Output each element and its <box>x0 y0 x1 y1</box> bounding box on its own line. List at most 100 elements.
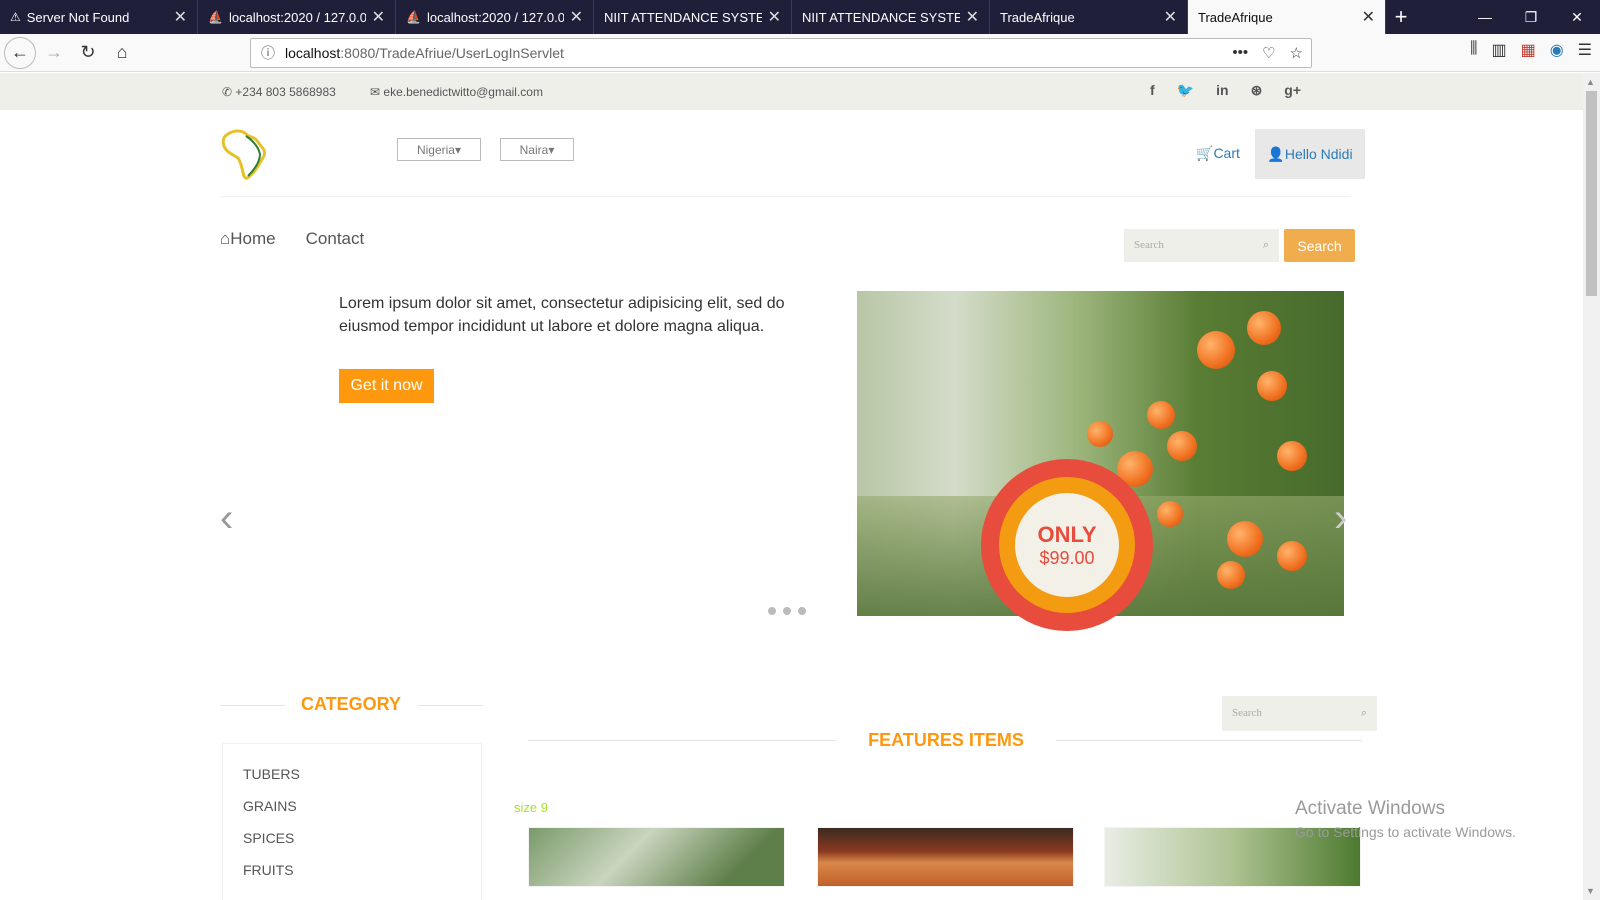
orange-fruit <box>1247 311 1281 345</box>
search-button[interactable]: Search <box>1284 229 1355 262</box>
category-item-spices[interactable]: SPICES <box>243 830 294 846</box>
carousel-dot[interactable] <box>798 607 806 615</box>
get-it-now-button[interactable]: Get it now <box>339 369 434 403</box>
search-placeholder: Search <box>1232 707 1262 719</box>
user-greeting: Hello Ndidi <box>1284 146 1353 162</box>
page-actions-icon[interactable]: ••• <box>1232 44 1248 62</box>
contact-bar: ✆ +234 803 5868983 ✉ eke.benedictwitto@g… <box>0 73 1583 110</box>
currency-value: Naira <box>519 142 549 157</box>
search-icon: ⌕ <box>1262 238 1269 251</box>
watermark-line1: Activate Windows <box>1295 798 1445 819</box>
dribbble-icon[interactable]: ⊛ <box>1251 82 1263 99</box>
tab-title: TradeAfrique <box>1000 9 1075 25</box>
close-icon[interactable]: ✕ <box>768 7 781 27</box>
address-bar[interactable]: ⓘ localhost:8080/TradeAfriue/UserLogInSe… <box>250 38 1312 68</box>
page-scrollbar[interactable]: ▲ ▼ <box>1583 73 1600 900</box>
twitter-icon[interactable]: 🐦 <box>1177 82 1194 99</box>
close-icon[interactable]: ✕ <box>570 7 583 27</box>
new-tab-button[interactable]: + <box>1386 0 1416 34</box>
windows-activation-watermark: Activate Windows Go to Settings to activ… <box>1295 798 1516 840</box>
close-icon[interactable]: ✕ <box>966 7 979 27</box>
main-menu: ⌂ Home Contact <box>220 229 364 249</box>
home-icon[interactable]: ⌂ <box>106 37 138 69</box>
search-input[interactable]: Search ⌕ <box>1124 229 1279 262</box>
menu-icon[interactable]: ☰ <box>1578 40 1592 60</box>
info-icon[interactable]: ⓘ <box>261 43 275 63</box>
caret-down-icon: ▾ <box>548 142 555 157</box>
linkedin-icon[interactable]: in <box>1216 82 1228 99</box>
tab-title: Server Not Found <box>26 9 130 25</box>
extension-icon[interactable]: ▦ <box>1521 40 1536 60</box>
menu-home-label: Home <box>230 229 276 248</box>
category-item-grains[interactable]: GRAINS <box>243 798 297 814</box>
restore-icon[interactable]: ❐ <box>1508 0 1554 34</box>
facebook-icon[interactable]: f <box>1150 82 1155 99</box>
category-line-right <box>418 705 483 706</box>
orange-fruit <box>1277 441 1307 471</box>
phone-icon: ✆ <box>222 85 236 99</box>
product-card[interactable] <box>817 827 1074 887</box>
carousel-dot[interactable] <box>783 607 791 615</box>
tab-phpmyadmin-1[interactable]: ⛵ localhost:2020 / 127.0.0.1 / ✕ <box>198 0 396 34</box>
caret-down-icon: ▾ <box>454 142 462 157</box>
price-badge-label: ONLY <box>1037 521 1097 547</box>
sidebar-icon[interactable]: ▥ <box>1491 40 1506 60</box>
product-card[interactable] <box>528 827 785 887</box>
tab-server-not-found[interactable]: ⚠ Server Not Found ✕ <box>0 0 198 34</box>
pocket-icon[interactable]: ♡ <box>1262 44 1275 62</box>
tab-phpmyadmin-2[interactable]: ⛵ localhost:2020 / 127.0.0.1 / ✕ <box>396 0 594 34</box>
reload-icon[interactable]: ↻ <box>72 37 104 69</box>
cart-icon: 🛒 <box>1196 145 1214 161</box>
back-icon[interactable]: ← <box>4 36 36 69</box>
features-search-input[interactable]: Search ⌕ <box>1222 696 1377 731</box>
bookmark-star-icon[interactable]: ☆ <box>1290 44 1303 62</box>
close-icon[interactable]: ✕ <box>1164 7 1177 27</box>
scroll-down-icon[interactable]: ▼ <box>1586 886 1595 896</box>
close-icon[interactable]: ✕ <box>1362 7 1375 27</box>
scrollbar-thumb[interactable] <box>1586 91 1597 296</box>
close-icon[interactable]: ✕ <box>372 7 385 27</box>
tab-niit-1[interactable]: NIIT ATTENDANCE SYSTEM ✕ <box>594 0 792 34</box>
orange-fruit <box>1217 561 1245 589</box>
tab-title: NIIT ATTENDANCE SYSTEM <box>604 9 762 25</box>
forward-icon[interactable]: → <box>38 37 70 69</box>
category-item-fruits[interactable]: FRUITS <box>243 862 294 878</box>
user-account-link[interactable]: 👤 Hello Ndidi <box>1255 129 1365 179</box>
close-window-icon[interactable]: ✕ <box>1554 0 1600 34</box>
carousel-dot[interactable] <box>768 607 776 615</box>
scroll-up-icon[interactable]: ▲ <box>1586 77 1595 87</box>
envelope-icon: ✉ <box>370 85 384 99</box>
carousel-prev-icon[interactable]: ‹ <box>220 496 233 541</box>
header-divider <box>220 196 1350 197</box>
tab-bar: ⚠ Server Not Found ✕ ⛵ localhost:2020 / … <box>0 0 1600 34</box>
account-icon[interactable]: ◉ <box>1550 40 1564 60</box>
email-info: ✉ eke.benedictwitto@gmail.com <box>370 85 543 99</box>
carousel-next-icon[interactable]: › <box>1334 496 1347 541</box>
cart-link[interactable]: 🛒Cart <box>1196 145 1240 162</box>
tab-title: NIIT ATTENDANCE SYSTEM <box>802 9 960 25</box>
category-item-tubers[interactable]: TUBERS <box>243 766 300 782</box>
orange-fruit <box>1167 431 1197 461</box>
close-icon[interactable]: ✕ <box>174 7 187 27</box>
price-badge-ring: ONLY $99.00 <box>999 477 1135 613</box>
google-plus-icon[interactable]: g+ <box>1284 82 1301 99</box>
tab-tradeafrique-1[interactable]: TradeAfrique ✕ <box>990 0 1188 34</box>
library-icon[interactable]: ⫼ <box>1470 40 1477 60</box>
minimize-icon[interactable]: — <box>1462 0 1508 34</box>
tab-title: TradeAfrique <box>1198 9 1273 25</box>
phpmyadmin-icon: ⛵ <box>406 10 421 24</box>
url-host: localhost <box>285 45 341 61</box>
tab-tradeafrique-active[interactable]: TradeAfrique ✕ <box>1188 0 1386 34</box>
social-links: f 🐦 in ⊛ g+ <box>1150 82 1301 99</box>
menu-contact[interactable]: Contact <box>306 229 365 249</box>
carousel-indicators <box>768 607 806 615</box>
email-address: eke.benedictwitto@gmail.com <box>383 85 543 99</box>
country-dropdown[interactable]: Nigeria ▾ <box>397 138 481 161</box>
menu-home[interactable]: ⌂ Home <box>220 229 276 249</box>
orange-fruit <box>1197 331 1235 369</box>
warning-icon: ⚠ <box>10 10 21 24</box>
tab-niit-2[interactable]: NIIT ATTENDANCE SYSTEM ✕ <box>792 0 990 34</box>
tradeafrique-logo[interactable] <box>220 128 270 180</box>
currency-dropdown[interactable]: Naira ▾ <box>500 138 574 161</box>
url-path: :8080/TradeAfriue/UserLogInServlet <box>340 45 564 61</box>
